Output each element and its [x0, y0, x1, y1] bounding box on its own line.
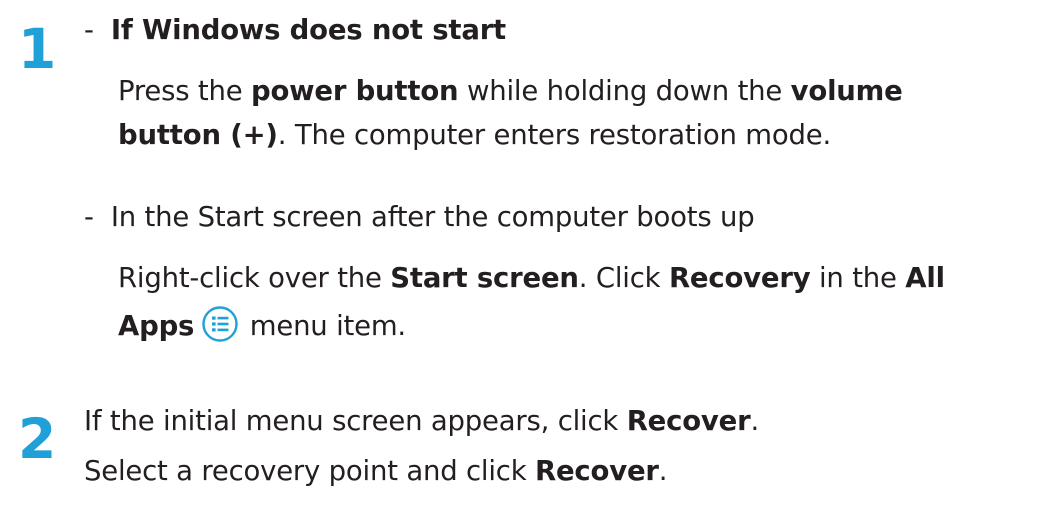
bullet-heading-start-screen: - In the Start screen after the computer…: [84, 201, 755, 234]
instruction-line: Right-click over the Start screen. Click…: [118, 262, 945, 295]
text-span: If the initial menu screen appears, clic…: [84, 405, 627, 437]
text-span: Select a recovery point and click: [84, 455, 535, 487]
step-number-1: 1: [18, 17, 57, 81]
bullet-dash: -: [84, 201, 94, 233]
text-span: in the: [810, 262, 906, 294]
instruction-line: Press the power button while holding dow…: [118, 75, 903, 108]
bullet-heading-windows-not-start: - If Windows does not start: [84, 14, 506, 47]
instruction-line: Select a recovery point and click Recove…: [84, 455, 668, 488]
text-span: Press the: [118, 75, 251, 107]
bold-start-screen: Start screen: [390, 262, 579, 294]
text-span: menu item.: [241, 310, 406, 342]
text-span: .: [750, 405, 759, 437]
heading-text: If Windows does not start: [110, 14, 507, 46]
step-number-2: 2: [18, 407, 57, 471]
bold-power-button: power button: [251, 75, 459, 107]
instruction-line: If the initial menu screen appears, clic…: [84, 405, 759, 438]
text-span: while holding down the: [458, 75, 791, 107]
bold-all: All: [905, 262, 945, 294]
text-span: . The computer enters restoration mode.: [277, 119, 832, 151]
instruction-line: Apps menu item.: [118, 306, 406, 345]
bold-apps: Apps: [118, 310, 195, 342]
all-apps-icon: [202, 306, 238, 342]
instruction-line: button (+). The computer enters restorat…: [118, 119, 831, 152]
text-span: .: [658, 455, 668, 487]
heading-text: In the Start screen after the computer b…: [110, 201, 755, 233]
bullet-dash: -: [84, 14, 94, 46]
bold-volume: volume: [790, 75, 903, 107]
bold-recover: Recover: [626, 405, 751, 437]
bold-volume-button-plus: button (+): [118, 119, 278, 151]
text-span: Right-click over the: [118, 262, 391, 294]
bold-recovery: Recovery: [668, 262, 811, 294]
bold-recover: Recover: [535, 455, 659, 487]
text-span: . Click: [578, 262, 669, 294]
